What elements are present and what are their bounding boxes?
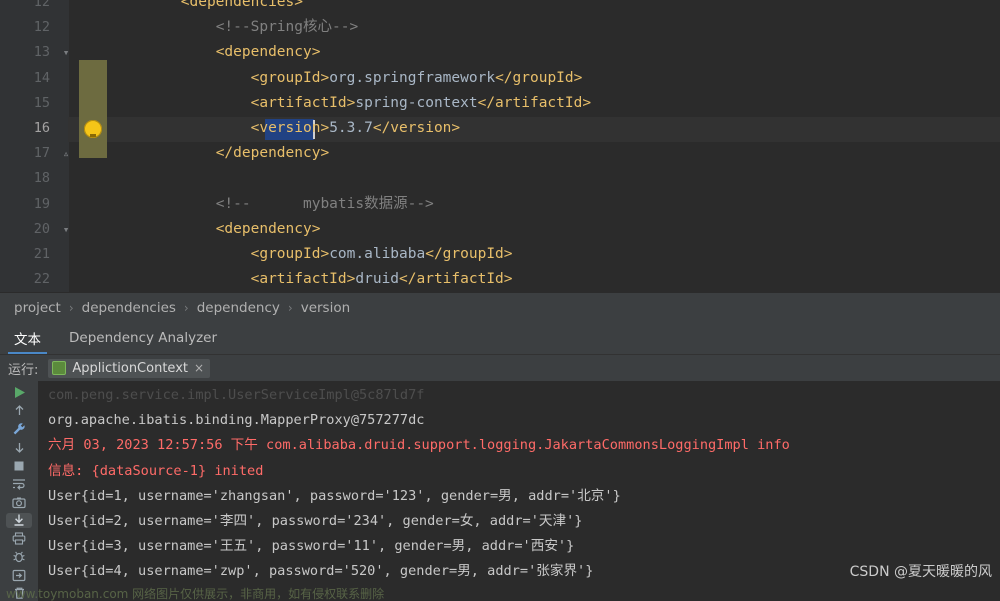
play-icon [14,387,25,399]
line-number: 17 [33,145,50,162]
line-number: 16 [33,120,50,136]
code-line[interactable]: 12 <dependencies> [0,0,1000,15]
stop-button[interactable] [6,458,32,473]
code-text: <artifactId>spring-context</artifactId> [250,94,592,111]
fold-collapse-icon[interactable]: ▾ [60,217,72,242]
console-line: org.apache.ibatis.binding.MapperProxy@75… [48,412,425,429]
export-button[interactable] [6,568,32,583]
arrow-down-icon [15,442,23,453]
settings-wrench-button[interactable] [6,422,32,437]
camera-icon [12,497,26,508]
run-tool-window: 运行: ApplictionContext × com.peng.service… [0,355,1000,601]
fold-collapse-icon[interactable]: ▾ [60,40,72,65]
run-body: com.peng.service.impl.UserServiceImpl@5c… [0,381,1000,601]
code-line[interactable]: 14 <groupId>org.springframework</groupId… [0,66,1000,91]
code-text: <dependency> [215,44,321,61]
tab-dependency-analyzer[interactable]: Dependency Analyzer [55,322,231,354]
run-tool-header: 运行: ApplictionContext × [0,355,1000,381]
soft-wrap-button[interactable] [6,476,32,491]
console-line: User{id=1, username='zhangsan', password… [48,487,621,504]
line-number: 20 [33,220,50,237]
code-text: <!--Spring核心--> [215,19,359,36]
code-line[interactable]: 12 <!--Spring核心--> [0,15,1000,40]
breadcrumb-separator: › [287,300,293,315]
scroll-down-button[interactable] [6,440,32,455]
run-configuration-tab[interactable]: ApplictionContext × [48,358,211,378]
scroll-to-end-icon [14,514,24,527]
breadcrumb-item-version[interactable]: version [301,300,350,316]
close-icon[interactable]: × [194,361,204,375]
line-number: 15 [33,94,50,111]
code-line[interactable]: 21 <groupId>com.alibaba</groupId> [0,242,1000,267]
print-button[interactable] [6,531,32,546]
console-line: User{id=4, username='zwp', password='520… [48,563,594,580]
stop-square-icon [14,461,24,471]
code-text: <version>5.3.7</version> [250,120,461,136]
code-text: <!-- mybatis数据源--> [215,195,434,212]
code-line[interactable]: 15 <artifactId>spring-context</artifactI… [0,91,1000,116]
tab-dependency-analyzer-label: Dependency Analyzer [69,330,218,346]
breadcrumb-item-dependencies[interactable]: dependencies [82,300,176,316]
wrench-icon [13,423,25,435]
console-line: com.peng.service.impl.UserServiceImpl@5c… [48,387,425,403]
editor-bottom-tabs[interactable]: 文本 Dependency Analyzer [0,322,1000,355]
code-text: </dependency> [215,145,330,162]
code-line[interactable]: 22 <artifactId>druid</artifactId> [0,267,1000,292]
code-text: <groupId>org.springframework</groupId> [250,69,583,86]
line-number: 14 [33,69,50,86]
console-line: User{id=2, username='李四', password='234'… [48,513,583,530]
screenshot-button[interactable] [6,495,32,510]
breadcrumb-item-project[interactable]: project [14,300,61,316]
line-number: 22 [33,271,50,288]
tab-text-label: 文本 [14,332,41,348]
breadcrumb-separator: › [183,300,189,315]
console-line: 六月 03, 2023 12:57:56 下午 com.alibaba.drui… [48,437,790,454]
run-button[interactable] [6,385,32,400]
code-line[interactable]: 13 ▾ <dependency> [0,40,1000,65]
scroll-to-end-button[interactable] [6,512,32,528]
scroll-up-button[interactable] [6,403,32,418]
printer-icon [12,532,26,545]
code-line[interactable]: 18 [0,166,1000,191]
code-text: <groupId>com.alibaba</groupId> [250,246,513,262]
run-config-icon [52,361,67,375]
run-label: 运行: [8,362,39,378]
code-text: <dependency> [215,220,321,237]
code-line[interactable]: 19 <!-- mybatis数据源--> [0,192,1000,217]
arrow-up-icon [15,405,23,416]
code-line[interactable]: 16 <version>5.3.7</version> [0,116,1000,141]
breadcrumb[interactable]: project › dependencies › dependency › ve… [0,292,1000,322]
line-number: 12 [33,0,50,10]
line-number: 12 [33,19,50,36]
export-arrow-icon [12,569,26,581]
run-toolbar[interactable] [0,381,38,601]
idea-window: 12 <dependencies> 12 <!--Spring核心--> 13 ▾ <… [0,0,1000,601]
fold-end-icon[interactable]: ▵ [60,141,72,166]
code-text: <artifactId>druid</artifactId> [250,271,513,288]
breadcrumb-item-dependency[interactable]: dependency [197,300,280,316]
run-config-name: ApplictionContext [72,360,188,376]
console-line: 信息: {dataSource-1} inited [48,462,264,479]
footer-watermark: www.toymoban.com 网络图片仅供展示，非商用，如有侵权联系删除 [6,587,385,601]
code-text: <dependencies> [180,0,303,10]
code-line[interactable]: 17 ▵ </dependency> [0,141,1000,166]
soft-wrap-icon [13,479,25,491]
breadcrumb-separator: › [68,300,74,315]
code-line[interactable]: 20 ▾ <dependency> [0,217,1000,242]
code-editor[interactable]: 12 <dependencies> 12 <!--Spring核心--> 13 ▾ <… [0,0,1000,292]
console-line: User{id=3, username='王五', password='11',… [48,538,575,555]
bug-icon [13,551,25,562]
line-number: 19 [33,195,50,212]
tab-text[interactable]: 文本 [0,322,55,354]
line-number: 21 [33,246,50,262]
line-number: 18 [33,170,50,187]
bug-button[interactable] [6,549,32,564]
line-number: 13 [33,44,50,61]
console-output[interactable]: com.peng.service.impl.UserServiceImpl@5c… [38,381,1000,601]
